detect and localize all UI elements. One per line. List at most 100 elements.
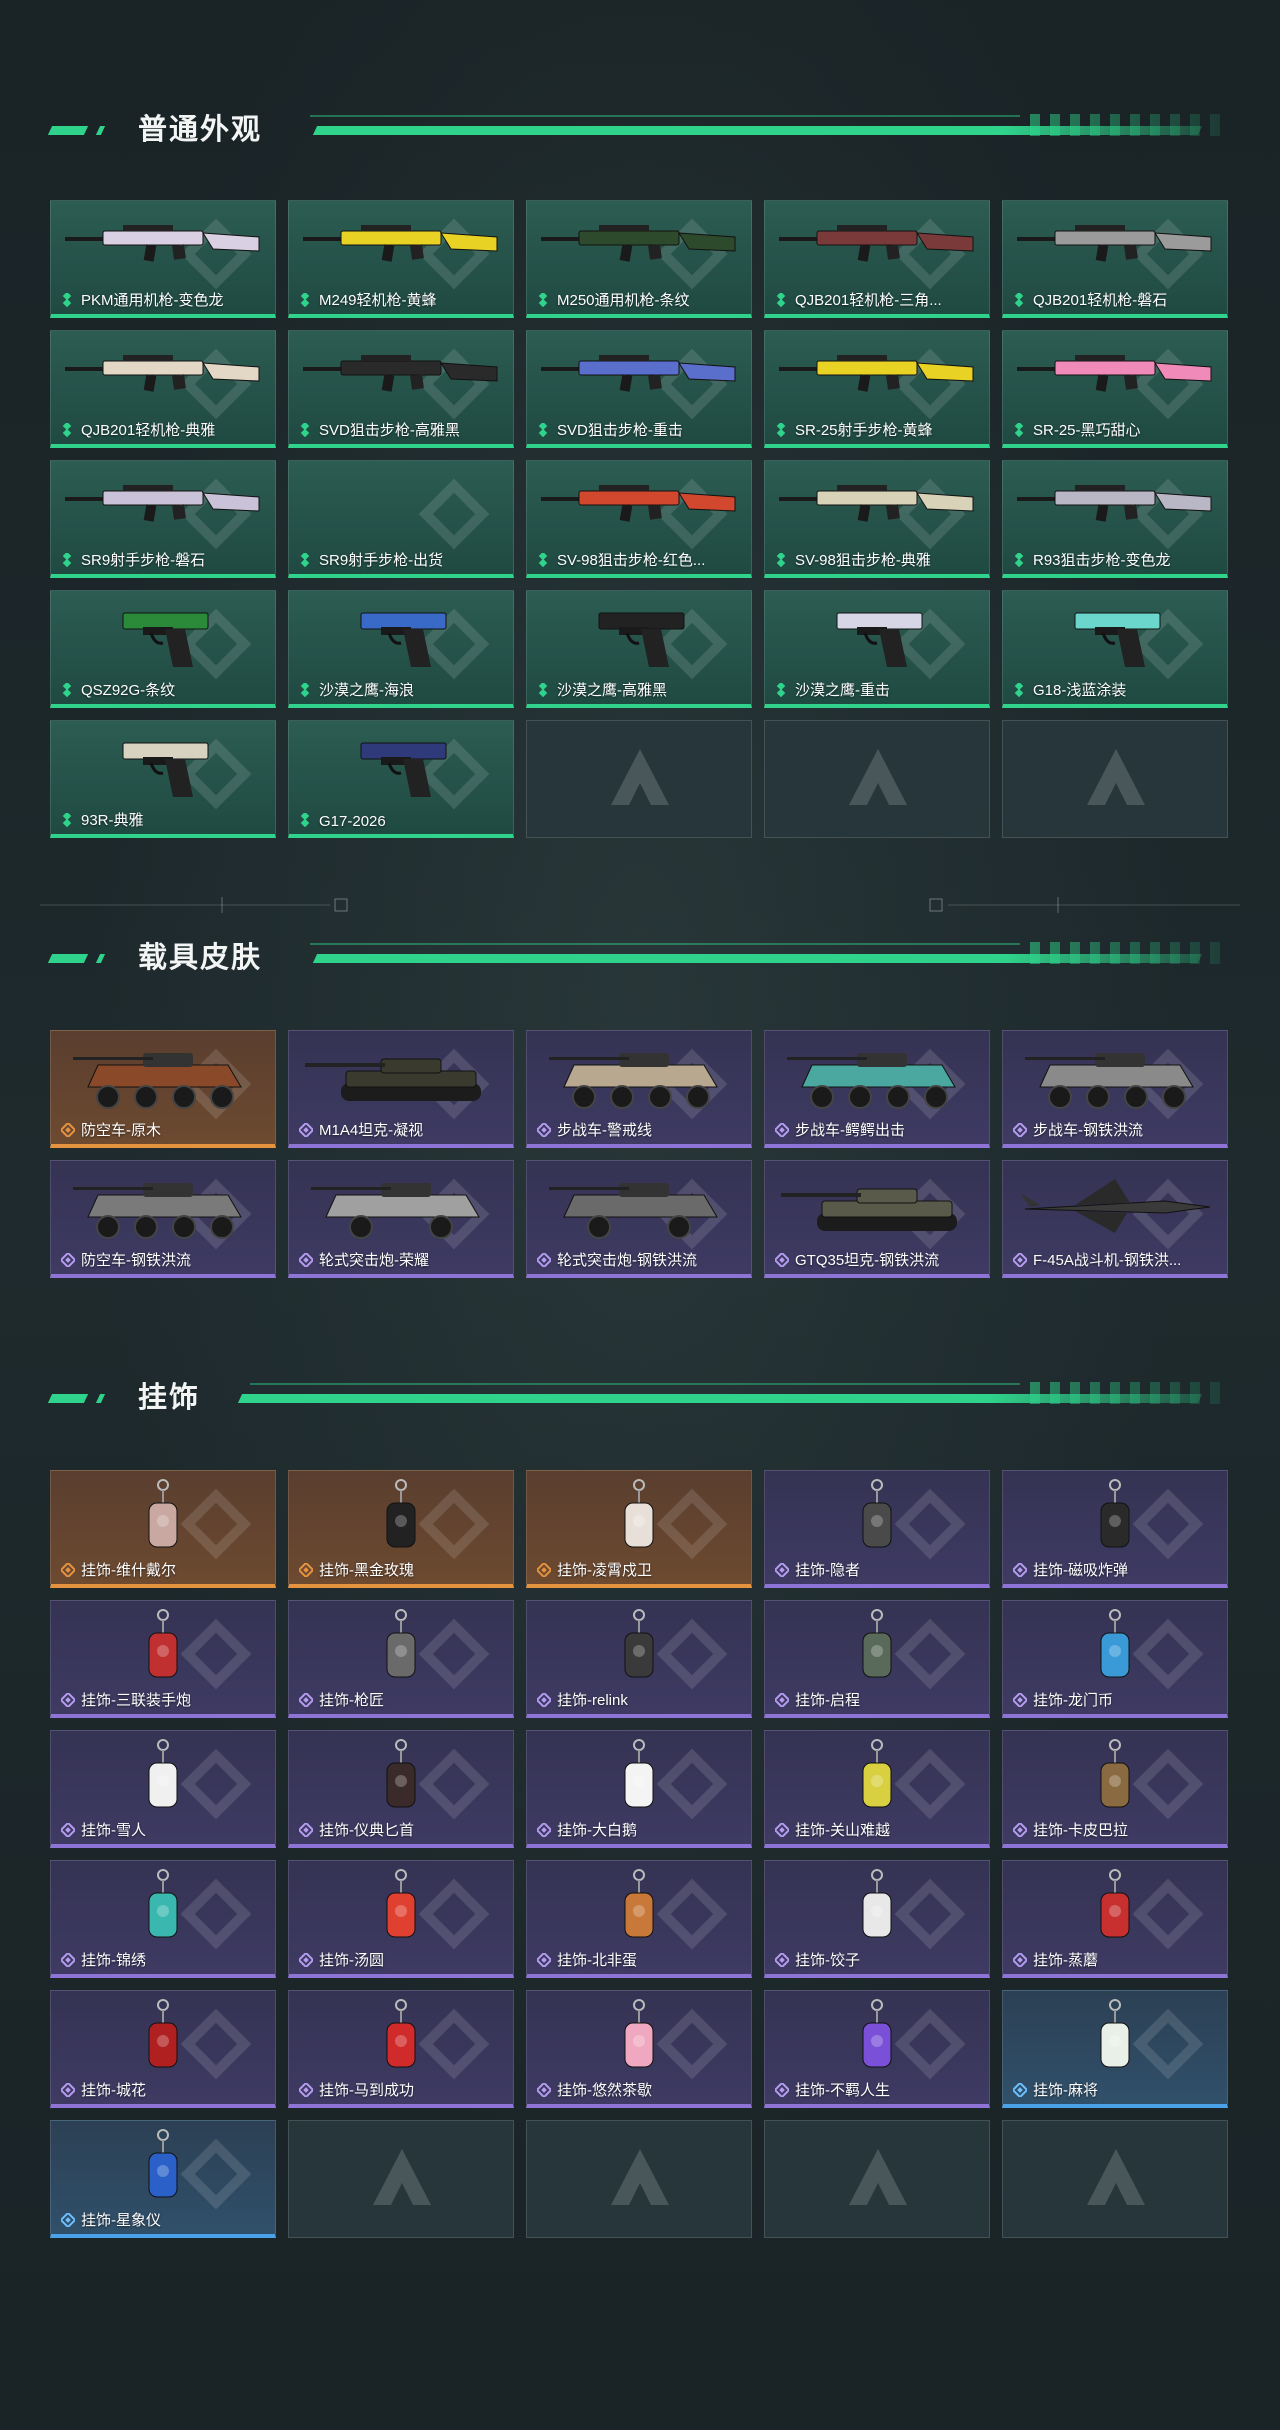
item-card[interactable]: GTQ35坦克-钢铁洪流 bbox=[764, 1160, 990, 1278]
card-background-pattern bbox=[1133, 1619, 1213, 1699]
item-card[interactable]: 沙漠之鹰-重击 bbox=[764, 590, 990, 708]
vehicle-image bbox=[311, 1183, 480, 1239]
item-card[interactable]: 挂饰-仪典匕首 bbox=[288, 1730, 514, 1848]
header-accent-small bbox=[95, 126, 106, 135]
item-card[interactable]: 挂饰-relink bbox=[526, 1600, 752, 1718]
item-card[interactable]: SR9射手步枪-磐石 bbox=[50, 460, 276, 578]
item-card[interactable]: SVD狙击步枪-高雅黑 bbox=[288, 330, 514, 448]
item-card[interactable]: QJB201轻机枪-磐石 bbox=[1002, 200, 1228, 318]
item-label: 沙漠之鹰-重击 bbox=[795, 682, 890, 699]
item-card[interactable]: R93狙击步枪-变色龙 bbox=[1002, 460, 1228, 578]
item-card[interactable]: QJB201轻机枪-三角... bbox=[764, 200, 990, 318]
item-label: GTQ35坦克-钢铁洪流 bbox=[795, 1252, 940, 1269]
placeholder-logo bbox=[611, 2149, 669, 2205]
empty-slot bbox=[1002, 2120, 1228, 2238]
charms-grid: 挂饰-维什戴尔 挂饰-黑金玫瑰 挂饰-凌霄戍卫 挂饰-隐者 挂饰-磁吸炸弹挂饰-三联装手… bbox=[50, 1470, 1230, 2238]
item-card[interactable]: 挂饰-悠然茶歇 bbox=[526, 1990, 752, 2108]
weapon-image bbox=[541, 225, 736, 262]
item-card[interactable]: 挂饰-饺子 bbox=[764, 1860, 990, 1978]
charm-image bbox=[862, 1999, 892, 2068]
charm-image bbox=[1100, 1739, 1130, 1808]
item-label: G18-浅蓝涂装 bbox=[1033, 682, 1127, 699]
item-card[interactable]: QJB201轻机枪-典雅 bbox=[50, 330, 276, 448]
item-card[interactable]: 挂饰-关山难越 bbox=[764, 1730, 990, 1848]
item-card[interactable]: M249轻机枪-黄蜂 bbox=[288, 200, 514, 318]
item-card[interactable]: 挂饰-马到成功 bbox=[288, 1990, 514, 2108]
item-card[interactable]: 挂饰-蒸蘑 bbox=[1002, 1860, 1228, 1978]
item-card[interactable]: 挂饰-北非蛋 bbox=[526, 1860, 752, 1978]
charm-image bbox=[386, 1999, 416, 2068]
item-card[interactable]: M1A4坦克-凝视 bbox=[288, 1030, 514, 1148]
item-card[interactable]: 挂饰-汤圆 bbox=[288, 1860, 514, 1978]
section-charms: 挂饰 挂饰-维什戴尔 挂饰-黑金玫瑰 挂饰-凌霄戍卫 挂饰-隐者 挂饰-磁吸炸弹挂饰-三… bbox=[47, 1368, 1230, 2238]
header-accent bbox=[47, 126, 89, 135]
item-card[interactable]: 挂饰-不羁人生 bbox=[764, 1990, 990, 2108]
item-card[interactable]: M250通用机枪-条纹 bbox=[526, 200, 752, 318]
header-thin-line bbox=[310, 115, 1020, 117]
separator-lines bbox=[40, 897, 1240, 913]
item-card[interactable]: 防空车-原木 bbox=[50, 1030, 276, 1148]
item-label: 挂饰-维什戴尔 bbox=[81, 1562, 176, 1579]
item-card[interactable]: 93R-典雅 bbox=[50, 720, 276, 838]
item-card[interactable]: 步战车-鳄鳄出击 bbox=[764, 1030, 990, 1148]
item-card[interactable]: SV-98狙击步枪-红色... bbox=[526, 460, 752, 578]
item-card[interactable]: 挂饰-雪人 bbox=[50, 1730, 276, 1848]
item-label: 步战车-警戒线 bbox=[557, 1122, 652, 1139]
item-card[interactable]: 挂饰-麻将 bbox=[1002, 1990, 1228, 2108]
charm-image bbox=[624, 1479, 654, 1548]
item-card[interactable]: G18-浅蓝涂装 bbox=[1002, 590, 1228, 708]
weapon-image bbox=[65, 225, 260, 262]
item-card[interactable]: 挂饰-三联装手炮 bbox=[50, 1600, 276, 1718]
item-label: 挂饰-凌霄戍卫 bbox=[557, 1562, 652, 1579]
placeholder-logo bbox=[373, 2149, 431, 2205]
item-card[interactable]: PKM通用机枪-变色龙 bbox=[50, 200, 276, 318]
pistol-image bbox=[360, 612, 447, 667]
item-card[interactable]: 挂饰-维什戴尔 bbox=[50, 1470, 276, 1588]
item-card[interactable]: SV-98狙击步枪-典雅 bbox=[764, 460, 990, 578]
item-card[interactable]: 步战车-钢铁洪流 bbox=[1002, 1030, 1228, 1148]
item-card[interactable]: 挂饰-大白鹅 bbox=[526, 1730, 752, 1848]
item-card[interactable]: 沙漠之鹰-海浪 bbox=[288, 590, 514, 708]
section-vehicles: 载具皮肤 防空车-原木 M1A4坦克-凝视 步战车-警戒线 步战车-鳄鳄出击 步战车-钢… bbox=[47, 928, 1230, 1278]
card-background-pattern bbox=[657, 2009, 737, 2089]
item-card[interactable]: 沙漠之鹰-高雅黑 bbox=[526, 590, 752, 708]
card-background-pattern bbox=[895, 2009, 975, 2089]
item-card[interactable]: 挂饰-锦绣 bbox=[50, 1860, 276, 1978]
item-card[interactable]: F-45A战斗机-钢铁洪... bbox=[1002, 1160, 1228, 1278]
charm-image bbox=[386, 1479, 416, 1548]
card-background-pattern bbox=[419, 1619, 499, 1699]
item-card[interactable]: 轮式突击炮-荣耀 bbox=[288, 1160, 514, 1278]
charm-image bbox=[386, 1609, 416, 1678]
empty-slot bbox=[288, 2120, 514, 2238]
section-title: 挂饰 bbox=[138, 1382, 201, 1414]
item-card[interactable]: 挂饰-龙门币 bbox=[1002, 1600, 1228, 1718]
item-card[interactable]: 步战车-警戒线 bbox=[526, 1030, 752, 1148]
item-card[interactable]: 挂饰-黑金玫瑰 bbox=[288, 1470, 514, 1588]
pistol-image bbox=[836, 612, 923, 667]
item-card[interactable]: 挂饰-卡皮巴拉 bbox=[1002, 1730, 1228, 1848]
item-card[interactable]: 轮式突击炮-钢铁洪流 bbox=[526, 1160, 752, 1278]
item-card[interactable]: SR9射手步枪-出货 bbox=[288, 460, 514, 578]
item-card[interactable]: 挂饰-磁吸炸弹 bbox=[1002, 1470, 1228, 1588]
item-card[interactable]: SR-25射手步枪-黄蜂 bbox=[764, 330, 990, 448]
item-card[interactable]: G17-2026 bbox=[288, 720, 514, 838]
placeholder-logo bbox=[849, 2149, 907, 2205]
item-card[interactable]: SR-25-黑巧甜心 bbox=[1002, 330, 1228, 448]
item-card[interactable]: 挂饰-星象仪 bbox=[50, 2120, 276, 2238]
item-card[interactable]: 挂饰-枪匠 bbox=[288, 1600, 514, 1718]
charm-image bbox=[862, 1609, 892, 1678]
item-card[interactable]: 挂饰-隐者 bbox=[764, 1470, 990, 1588]
placeholder-logo bbox=[1087, 749, 1145, 805]
item-card[interactable]: QSZ92G-条纹 bbox=[50, 590, 276, 708]
item-card[interactable]: 挂饰-凌霄戍卫 bbox=[526, 1470, 752, 1588]
item-card[interactable]: SVD狙击步枪-重击 bbox=[526, 330, 752, 448]
vehicles-grid: 防空车-原木 M1A4坦克-凝视 步战车-警戒线 步战车-鳄鳄出击 步战车-钢铁洪流防空… bbox=[50, 1030, 1230, 1278]
item-label: 步战车-鳄鳄出击 bbox=[795, 1122, 905, 1139]
item-label: 挂饰-卡皮巴拉 bbox=[1033, 1822, 1128, 1839]
header-checker-pattern bbox=[1030, 1382, 1230, 1404]
item-card[interactable]: 防空车-钢铁洪流 bbox=[50, 1160, 276, 1278]
item-label: SR9射手步枪-磐石 bbox=[81, 552, 206, 569]
charm-image bbox=[624, 1869, 654, 1938]
item-card[interactable]: 挂饰-城花 bbox=[50, 1990, 276, 2108]
item-card[interactable]: 挂饰-启程 bbox=[764, 1600, 990, 1718]
